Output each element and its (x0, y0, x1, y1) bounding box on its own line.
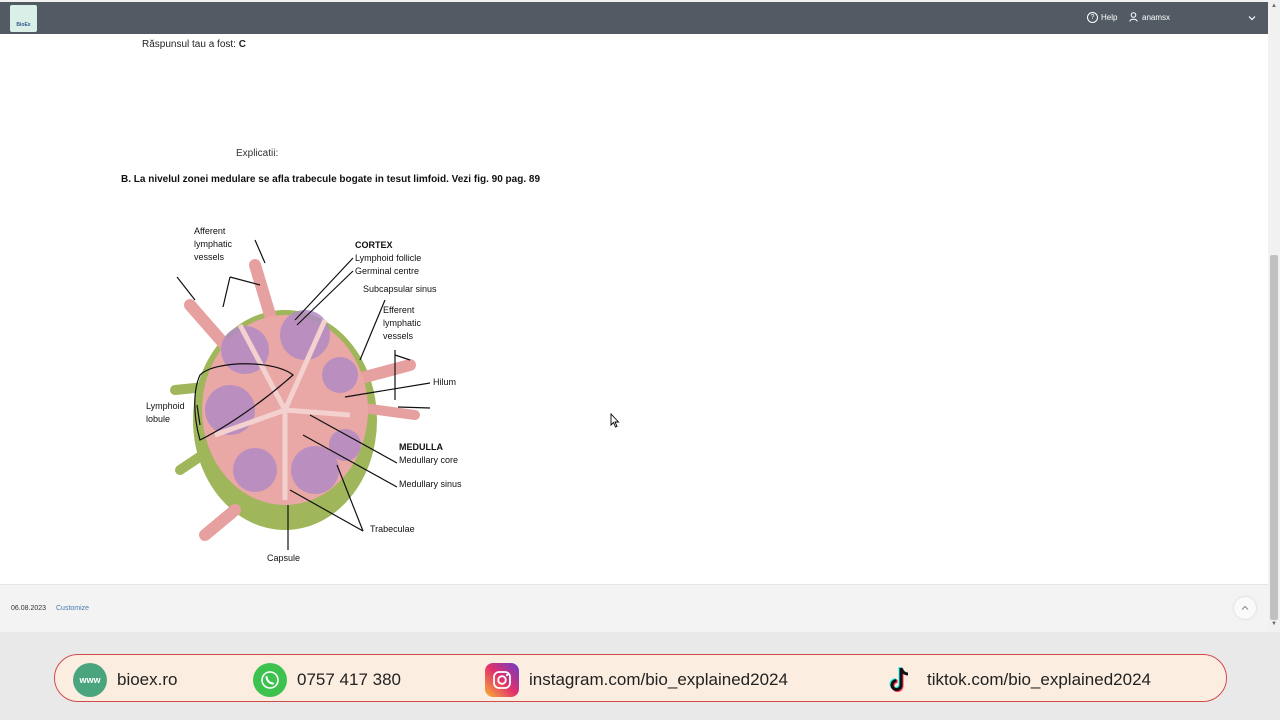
help-link[interactable]: ? Help (1087, 12, 1117, 23)
contact-pill: www bioex.ro 0757 417 380 instagram.com/… (54, 654, 1227, 702)
label-efferent-vessels: Efferent lymphatic vessels (383, 305, 422, 341)
tiktok-icon (883, 663, 917, 697)
label-medulla: MEDULLA (399, 442, 443, 452)
answer-line: Răspunsul tau a fost: C (142, 39, 246, 50)
lymph-node-diagram: Afferent lymphatic vessels CORTEX Lympho… (145, 225, 474, 565)
website-item: www bioex.ro (73, 663, 177, 697)
scrollbar-thumb[interactable] (1270, 255, 1278, 620)
footer-date: 06.08.2023 (11, 605, 47, 612)
label-capsule: Capsule (267, 553, 301, 563)
page-footer: 06.08.2023 Customize (0, 584, 1268, 632)
lymph-node-illustration (170, 239, 431, 550)
label-germinal-centre: Germinal centre (355, 266, 420, 276)
phone-item: 0757 417 380 (253, 663, 401, 697)
mouse-cursor-icon (610, 413, 620, 428)
user-menu[interactable]: anamsx (1129, 12, 1170, 22)
instagram-item: instagram.com/bio_explained2024 (485, 663, 788, 697)
label-subcapsular-sinus: Subcapsular sinus (363, 284, 437, 294)
label-lymphoid-follicle: Lymphoid follicle (355, 253, 422, 263)
label-afferent-vessels: Afferent lymphatic vessels (194, 226, 233, 262)
answer-value: C (238, 39, 246, 50)
contact-banner: www bioex.ro 0757 417 380 instagram.com/… (0, 632, 1280, 720)
label-cortex: CORTEX (355, 240, 393, 250)
user-name: anamsx (1142, 12, 1171, 22)
www-icon: www (73, 663, 107, 697)
scroll-down-icon[interactable]: ▼ (1271, 621, 1277, 627)
label-hilum: Hilum (433, 377, 457, 387)
whatsapp-icon (253, 663, 287, 697)
label-lymphoid-lobule: Lymphoid lobule (146, 401, 185, 424)
website-text: bioex.ro (117, 670, 178, 689)
instagram-icon (485, 663, 519, 697)
label-medullary-core: Medullary core (399, 455, 459, 465)
logo-text: BioEx (16, 22, 31, 28)
answer-prefix: Răspunsul tau a fost: (142, 39, 236, 50)
top-navbar: BioEx ? Help anamsx (0, 2, 1268, 34)
app-logo[interactable]: BioEx (10, 5, 37, 32)
vertical-scrollbar[interactable]: ▲ ▼ (1268, 0, 1280, 632)
user-icon (1129, 12, 1138, 22)
tiktok-text: tiktok.com/bio_explained2024 (927, 670, 1151, 689)
scroll-up-icon[interactable]: ▲ (1271, 3, 1277, 9)
chevron-down-icon[interactable] (1248, 14, 1256, 22)
tiktok-item: tiktok.com/bio_explained2024 (883, 663, 1151, 697)
explanation-label: Explicatii: (236, 148, 279, 159)
help-icon: ? (1087, 12, 1098, 23)
chevron-up-icon (1241, 605, 1249, 610)
help-label: Help (1101, 13, 1118, 22)
phone-text: 0757 417 380 (297, 670, 401, 689)
scroll-to-top-button[interactable] (1234, 597, 1256, 619)
main-content: Răspunsul tau a fost: C Explicatii: B. L… (0, 34, 1268, 584)
label-trabeculae: Trabeculae (370, 524, 415, 534)
label-medullary-sinus: Medullary sinus (399, 479, 462, 489)
customize-link[interactable]: Customize (56, 605, 89, 612)
explanation-text: B. La nivelul zonei medulare se afla tra… (121, 174, 540, 185)
instagram-text: instagram.com/bio_explained2024 (529, 670, 788, 689)
